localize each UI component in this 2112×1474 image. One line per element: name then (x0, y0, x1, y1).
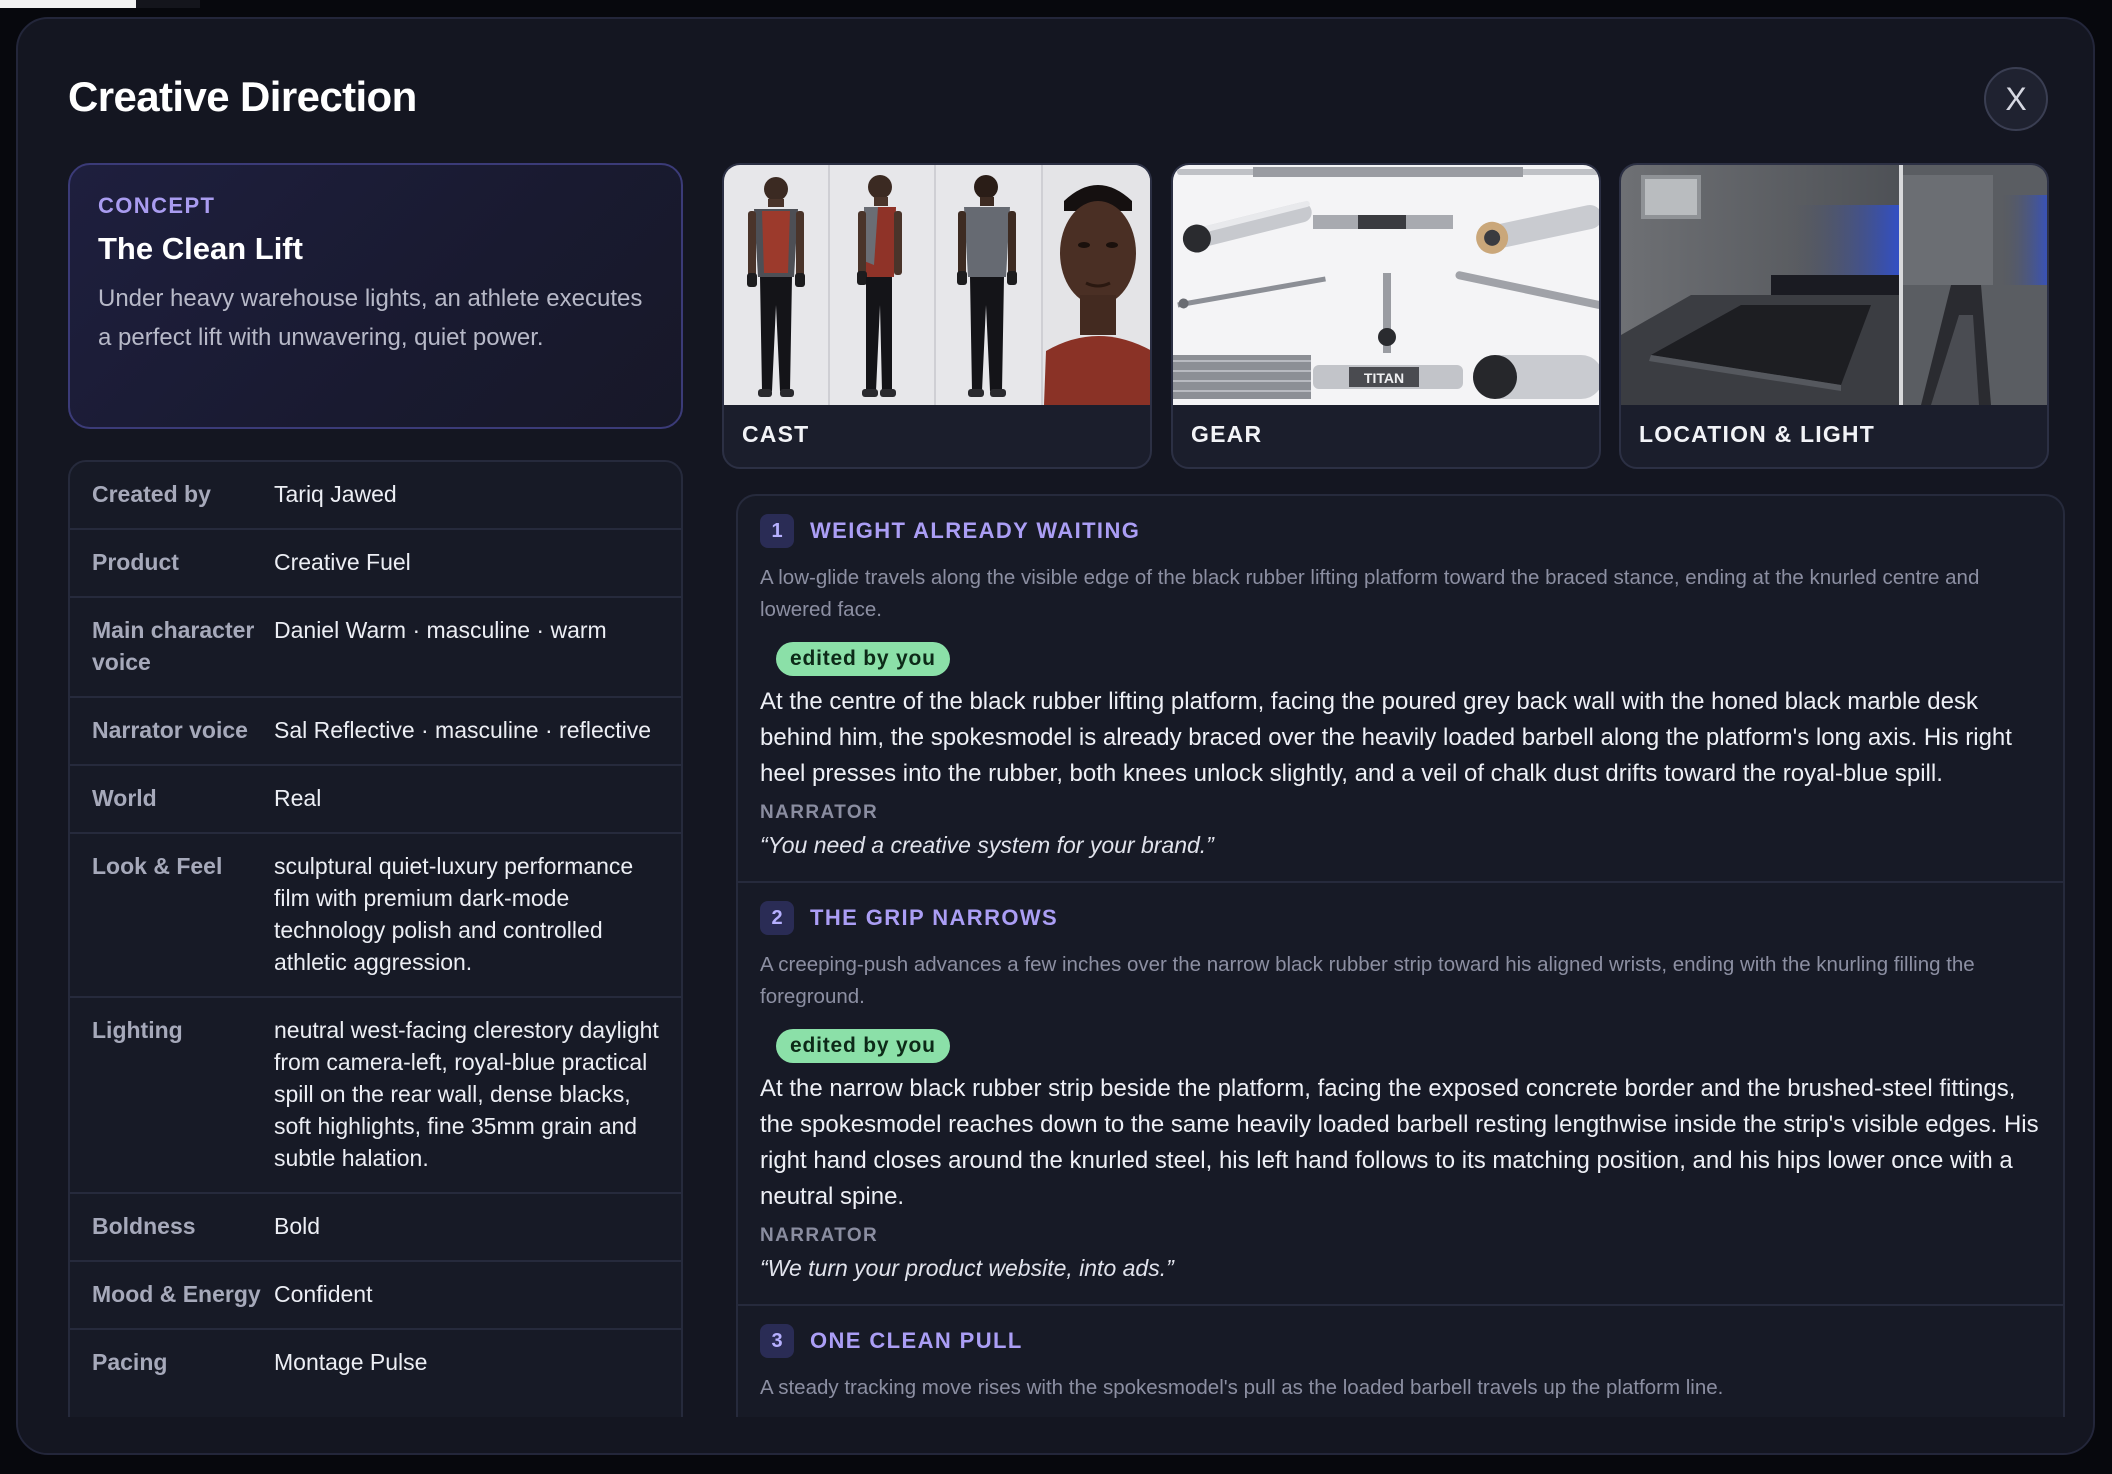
gear-label: GEAR (1191, 421, 1263, 447)
details-table: Created by Tariq Jawed Product Creative … (68, 460, 683, 1453)
details-label: Product (92, 549, 179, 575)
details-value: Daniel Warm · masculine · warm (274, 617, 607, 643)
loading-progress-track (136, 0, 200, 8)
shot-title: ONE CLEAN PULL (810, 1328, 1023, 1353)
details-value: neutral west-facing clerestory daylight … (274, 1017, 659, 1171)
creative-direction-modal: Creative Direction X CONCEPT The Clean L… (16, 17, 2095, 1455)
gear-brand-text: TITAN (1364, 370, 1404, 386)
details-label: Lighting (92, 1017, 183, 1043)
location-image (1621, 165, 2047, 405)
shot-action: At the narrow black rubber strip beside … (760, 1075, 2039, 1210)
details-value: Creative Fuel (274, 549, 411, 575)
cast-reference-card[interactable]: CAST (722, 163, 1152, 469)
edited-badge: edited by you (776, 1029, 950, 1063)
shot-number: 1 (760, 514, 794, 548)
details-row-world: World Real (70, 766, 681, 834)
close-button[interactable]: X (1984, 67, 2048, 131)
details-row-narrator-voice: Narrator voice Sal Reflective · masculin… (70, 698, 681, 766)
gear-reference-card[interactable]: TITAN GEAR (1171, 163, 1601, 469)
details-value: Sal Reflective · masculine · reflective (274, 717, 652, 743)
details-row-created-by: Created by Tariq Jawed (70, 462, 681, 530)
shot-item: 3 ONE CLEAN PULL A steady tracking move … (738, 1306, 2063, 1426)
details-value: sculptural quiet-luxury performance film… (274, 853, 634, 975)
details-row-mood-and-energy: Mood & Energy Confident (70, 1262, 681, 1330)
details-row-look-and-feel: Look & Feel sculptural quiet-luxury perf… (70, 834, 681, 998)
details-row-main-character-voice: Main character voice Daniel Warm · mascu… (70, 598, 681, 698)
narrator-line: “We turn your product website, into ads.… (760, 1255, 1174, 1281)
cast-image (724, 165, 1150, 405)
shot-list: 1 WEIGHT ALREADY WAITING A low-glide tra… (736, 494, 2065, 1453)
details-value: Tariq Jawed (274, 481, 397, 507)
gear-image: TITAN (1173, 165, 1599, 405)
narrator-label: NARRATOR (760, 1225, 879, 1246)
concept-card: CONCEPT The Clean Lift Under heavy wareh… (68, 163, 683, 429)
details-label: Boldness (92, 1213, 196, 1239)
modal-bottom-edge (18, 1417, 2093, 1453)
details-value: Montage Pulse (274, 1349, 428, 1375)
details-value: Confident (274, 1281, 373, 1307)
details-label: Narrator voice (92, 717, 248, 743)
details-value: Bold (274, 1213, 321, 1239)
details-label: Pacing (92, 1349, 168, 1375)
shot-title: THE GRIP NARROWS (810, 905, 1059, 930)
loading-progress-bar (0, 0, 136, 8)
shot-action: At the centre of the black rubber liftin… (760, 688, 2012, 787)
modal-title: Creative Direction (68, 73, 417, 120)
shot-number: 3 (760, 1324, 794, 1358)
concept-tag: CONCEPT (98, 193, 216, 218)
shot-camera-direction: A low-glide travels along the visible ed… (760, 566, 1980, 621)
location-label: LOCATION & LIGHT (1639, 421, 1875, 447)
location-reference-card[interactable]: LOCATION & LIGHT (1619, 163, 2049, 469)
shot-camera-direction: A creeping-push advances a few inches ov… (760, 953, 1975, 1008)
details-value: Real (274, 785, 322, 811)
edited-badge: edited by you (776, 642, 950, 676)
concept-description: Under heavy warehouse lights, an athlete… (98, 285, 643, 351)
shot-item: 1 WEIGHT ALREADY WAITING A low-glide tra… (738, 496, 2063, 883)
details-label: Mood & Energy (92, 1281, 261, 1307)
details-row-pacing: Pacing Montage Pulse (70, 1330, 681, 1396)
cast-label: CAST (742, 421, 810, 447)
shot-number: 2 (760, 901, 794, 935)
narrator-line: “You need a creative system for your bra… (760, 832, 1214, 858)
concept-title: The Clean Lift (98, 231, 303, 266)
details-label: World (92, 785, 157, 811)
narrator-label: NARRATOR (760, 802, 879, 823)
details-label: Look & Feel (92, 853, 223, 879)
details-label: Main character voice (92, 617, 255, 675)
details-row-lighting: Lighting neutral west-facing clerestory … (70, 998, 681, 1194)
details-row-boldness: Boldness Bold (70, 1194, 681, 1262)
shot-camera-direction: A steady tracking move rises with the sp… (760, 1376, 1724, 1399)
details-label: Created by (92, 481, 211, 507)
shot-title: WEIGHT ALREADY WAITING (810, 518, 1141, 543)
shot-item: 2 THE GRIP NARROWS A creeping-push advan… (738, 883, 2063, 1306)
details-row-product: Product Creative Fuel (70, 530, 681, 598)
